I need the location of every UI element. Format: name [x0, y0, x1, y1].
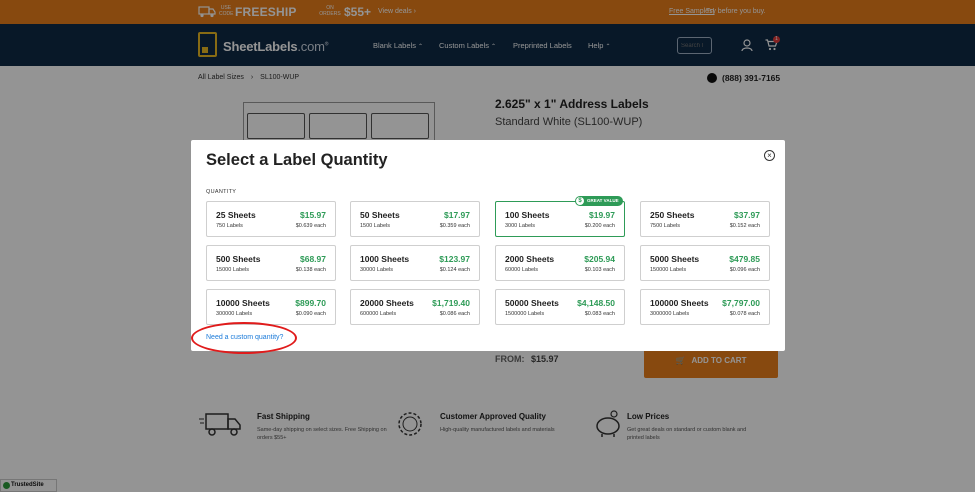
quantity-option[interactable]: 100000 Sheets 3000000 Labels $7,797.00 $0.0… [640, 289, 770, 325]
close-icon[interactable]: × [764, 150, 775, 161]
option-sheets: 250 Sheets [650, 210, 695, 220]
option-price: $17.97 [444, 210, 470, 220]
option-price: $123.97 [439, 254, 470, 264]
option-each: $0.124 each [439, 267, 470, 273]
option-sheets: 100000 Sheets [650, 298, 709, 308]
option-labels: 3000 Labels [505, 223, 535, 229]
option-labels: 750 Labels [216, 223, 243, 229]
quantity-option[interactable]: 500 Sheets 15000 Labels $68.97 $0.138 each [206, 245, 336, 281]
option-labels: 7500 Labels [650, 223, 680, 229]
option-labels: 30000 Labels [360, 267, 394, 273]
option-sheets: 50 Sheets [360, 210, 400, 220]
option-sheets: 20000 Sheets [360, 298, 414, 308]
option-price: $15.97 [300, 210, 326, 220]
option-price: $899.70 [295, 298, 326, 308]
option-each: $0.078 each [729, 311, 760, 317]
option-labels: 1500000 Labels [505, 311, 545, 317]
option-sheets: 10000 Sheets [216, 298, 270, 308]
option-sheets: 100 Sheets [505, 210, 550, 220]
option-each: $0.152 each [729, 223, 760, 229]
option-labels: 150000 Labels [650, 267, 687, 273]
option-sheets: 2000 Sheets [505, 254, 555, 264]
option-price: $479.85 [729, 254, 760, 264]
quantity-label: QUANTITY [206, 189, 237, 195]
quantity-option[interactable]: 20000 Sheets 600000 Labels $1,719.40 $0.086… [350, 289, 480, 325]
option-sheets: 5000 Sheets [650, 254, 700, 264]
option-each: $0.083 each [584, 311, 615, 317]
option-each: $0.359 each [439, 223, 470, 229]
option-each: $0.090 each [295, 311, 326, 317]
option-price: $7,797.00 [722, 298, 760, 308]
quantity-option[interactable]: 250 Sheets 7500 Labels $37.97 $0.152 each [640, 201, 770, 237]
option-labels: 300000 Labels [216, 311, 253, 317]
annotation-circle [191, 322, 297, 354]
option-each: $0.200 each [584, 223, 615, 229]
option-each: $0.639 each [295, 223, 326, 229]
option-sheets: 50000 Sheets [505, 298, 559, 308]
modal-title: Select a Label Quantity [206, 151, 388, 169]
option-price: $205.94 [584, 254, 615, 264]
quantity-option[interactable]: 25 Sheets 750 Labels $15.97 $0.639 each [206, 201, 336, 237]
option-price: $37.97 [734, 210, 760, 220]
quantity-option[interactable]: 50 Sheets 1500 Labels $17.97 $0.359 each [350, 201, 480, 237]
option-sheets: 25 Sheets [216, 210, 256, 220]
option-sheets: 500 Sheets [216, 254, 261, 264]
great-value-badge: $ GREAT VALUE [575, 196, 623, 206]
option-price: $19.97 [589, 210, 615, 220]
option-price: $1,719.40 [432, 298, 470, 308]
badge-label: GREAT VALUE [587, 198, 619, 203]
quantity-option[interactable]: 5000 Sheets 150000 Labels $479.85 $0.096 ea… [640, 245, 770, 281]
option-labels: 3000000 Labels [650, 311, 690, 317]
option-labels: 15000 Labels [216, 267, 250, 273]
option-each: $0.086 each [439, 311, 470, 317]
quantity-option[interactable]: 50000 Sheets 1500000 Labels $4,148.50 $0.08… [495, 289, 625, 325]
option-labels: 600000 Labels [360, 311, 397, 317]
option-sheets: 1000 Sheets [360, 254, 410, 264]
option-labels: 60000 Labels [505, 267, 539, 273]
quantity-option[interactable]: 10000 Sheets 300000 Labels $899.70 $0.090 e… [206, 289, 336, 325]
quantity-modal: Select a Label Quantity × QUANTITY 25 Sh… [191, 140, 785, 351]
option-each: $0.103 each [584, 267, 615, 273]
quantity-option[interactable]: 1000 Sheets 30000 Labels $123.97 $0.124 eac… [350, 245, 480, 281]
option-each: $0.096 each [729, 267, 760, 273]
quantity-option[interactable]: 100 Sheets 3000 Labels $19.97 $0.200 each $ G… [495, 196, 625, 237]
option-price: $4,148.50 [577, 298, 615, 308]
quantity-option[interactable]: 2000 Sheets 60000 Labels $205.94 $0.103 eac… [495, 245, 625, 281]
option-price: $68.97 [300, 254, 326, 264]
option-each: $0.138 each [295, 267, 326, 273]
dollar-icon: $ [576, 197, 584, 205]
option-labels: 1500 Labels [360, 223, 390, 229]
